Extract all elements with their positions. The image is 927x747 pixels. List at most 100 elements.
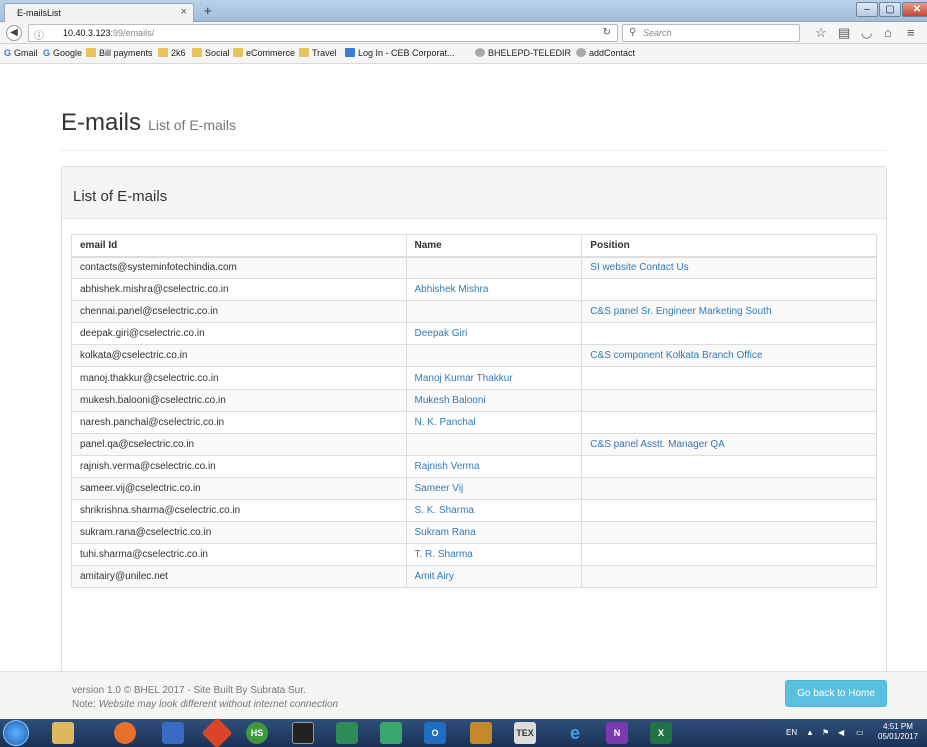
name-cell xyxy=(405,300,583,324)
emails-panel: List of E-mails email Id Name Position c… xyxy=(61,166,887,686)
panel-heading: List of E-mails xyxy=(62,167,886,219)
position-cell[interactable]: C&S component Kolkata Branch Office xyxy=(581,344,877,368)
bookmark-addcontact[interactable]: addContact xyxy=(576,48,635,58)
address-bar[interactable]: ⓘ 10.40.3.123:99/emails/ ↻ xyxy=(28,24,618,42)
bookmark-ceb-login[interactable]: Log In - CEB Corporat... xyxy=(345,48,455,58)
info-icon[interactable]: ⓘ xyxy=(34,27,44,42)
position-cell[interactable]: SI website Contact Us xyxy=(581,255,877,280)
home-icon[interactable]: ⌂ xyxy=(884,25,892,40)
browser-tab[interactable]: E-mailsList × xyxy=(4,3,194,22)
bookmark-star-icon[interactable]: ☆ xyxy=(815,25,827,41)
volume-icon[interactable]: ◀ xyxy=(838,728,844,737)
name-cell[interactable]: Mukesh Balooni xyxy=(405,388,583,412)
new-tab-button[interactable]: + xyxy=(204,3,212,18)
globe-icon xyxy=(576,48,586,57)
network-icon[interactable]: ▭ xyxy=(856,728,864,737)
bookmark-gmail[interactable]: G Gmail xyxy=(4,48,38,58)
navigation-bar: ◀ ⓘ 10.40.3.123:99/emails/ ↻ ⚲ Search xyxy=(0,22,927,44)
table-row: sukram.rana@cselectric.co.in Sukram Rana xyxy=(71,521,877,545)
name-cell xyxy=(405,344,583,368)
start-button[interactable] xyxy=(3,720,29,746)
outlook-icon[interactable]: O xyxy=(424,722,446,744)
android-icon[interactable] xyxy=(380,722,402,744)
bookmark-travel[interactable]: Travel xyxy=(299,48,337,58)
flag-icon[interactable]: ⚑ xyxy=(822,728,829,737)
folder-icon xyxy=(192,48,202,57)
search-placeholder: Search xyxy=(643,28,672,38)
excel-icon[interactable]: X xyxy=(650,722,672,744)
file-explorer-icon[interactable] xyxy=(52,722,74,744)
back-arrow-icon[interactable]: ◀ xyxy=(6,25,22,41)
folder-icon xyxy=(299,48,309,57)
bookmark-teledir[interactable]: BHELEPD-TELEDIR xyxy=(475,48,571,58)
app-icon-3[interactable] xyxy=(470,722,492,744)
position-cell[interactable]: C&S panel Asstt. Manager QA xyxy=(581,432,877,456)
page-title: E-mails xyxy=(61,109,142,136)
version-text: version 1.0 © BHEL 2017 - Site Built By … xyxy=(72,685,306,696)
close-window-button[interactable]: ✕ xyxy=(902,2,927,17)
email-cell: manoj.thakkur@cselectric.co.in xyxy=(71,366,407,390)
terminal-icon[interactable] xyxy=(292,722,314,744)
tex-icon[interactable]: TEX xyxy=(514,722,536,744)
minimize-button[interactable]: – xyxy=(856,2,878,17)
table-row: rajnish.verma@cselectric.co.in Rajnish Ve… xyxy=(71,454,877,478)
bookmark-google[interactable]: G Google xyxy=(43,48,82,58)
column-header-name[interactable]: Name xyxy=(405,234,583,258)
reload-icon[interactable]: ↻ xyxy=(603,27,611,38)
close-tab-icon[interactable]: × xyxy=(181,6,187,18)
tray-arrow-icon[interactable]: ▲ xyxy=(806,728,814,737)
email-cell: contacts@systeminfotechindia.com xyxy=(71,255,407,280)
email-cell: sameer.vij@cselectric.co.in xyxy=(71,476,407,501)
page-subtitle: List of E-mails xyxy=(148,117,236,133)
hs-icon[interactable]: HS xyxy=(246,722,268,744)
name-cell[interactable]: T. R. Sharma xyxy=(405,543,583,567)
search-input[interactable]: ⚲ Search xyxy=(622,24,800,42)
bookmark-ecommerce[interactable]: eCommerce xyxy=(233,48,295,58)
position-cell xyxy=(581,499,877,523)
email-cell: chennai.panel@cselectric.co.in xyxy=(71,300,407,324)
name-cell[interactable]: Abhishek Mishra xyxy=(405,278,583,302)
firefox-icon[interactable] xyxy=(114,722,136,744)
reading-list-icon[interactable]: ▤ xyxy=(838,25,850,41)
app-icon-1[interactable] xyxy=(162,722,184,744)
name-cell[interactable]: Amit Airy xyxy=(405,565,583,589)
language-indicator[interactable]: EN xyxy=(786,728,797,737)
url-text: 10.40.3.123:99/emails/ xyxy=(63,28,155,38)
bookmarks-bar: G Gmail G Google Bill payments 2k6 Social … xyxy=(0,44,927,64)
name-cell[interactable]: N. K. Panchal xyxy=(405,410,583,434)
table-header-row: email Id Name Position xyxy=(71,234,877,258)
email-cell: panel.qa@cselectric.co.in xyxy=(71,432,407,456)
bookmark-2k6[interactable]: 2k6 xyxy=(158,48,186,58)
system-clock[interactable]: 4:51 PM 05/01/2017 xyxy=(878,722,918,742)
pocket-icon[interactable]: ◡ xyxy=(861,25,872,41)
name-cell[interactable]: Rajnish Verma xyxy=(405,454,583,478)
table-row: naresh.panchal@cselectric.co.in N. K. Pan… xyxy=(71,410,877,434)
bookmark-social[interactable]: Social xyxy=(192,48,230,58)
name-cell[interactable]: S. K. Sharma xyxy=(405,499,583,523)
menu-icon[interactable]: ≡ xyxy=(907,25,915,40)
position-cell xyxy=(581,388,877,412)
name-cell[interactable]: Deepak Giri xyxy=(405,322,583,346)
column-header-email[interactable]: email Id xyxy=(71,234,407,258)
name-cell[interactable]: Sameer Vij xyxy=(405,476,583,501)
maximize-button[interactable]: ▢ xyxy=(879,2,901,17)
name-cell[interactable]: Sukram Rana xyxy=(405,521,583,545)
email-cell: sukram.rana@cselectric.co.in xyxy=(71,521,407,545)
onenote-icon[interactable]: N xyxy=(606,722,628,744)
position-cell[interactable]: C&S panel Sr. Engineer Marketing South xyxy=(581,300,877,324)
table-row: chennai.panel@cselectric.co.in C&S panel … xyxy=(71,300,877,324)
tab-title: E-mailsList xyxy=(17,8,62,18)
column-header-position[interactable]: Position xyxy=(581,234,877,258)
email-cell: kolkata@cselectric.co.in xyxy=(71,344,407,368)
bookmark-bill-payments[interactable]: Bill payments xyxy=(86,48,153,58)
position-cell xyxy=(581,476,877,501)
name-cell xyxy=(405,432,583,456)
go-home-button[interactable]: Go back to Home xyxy=(785,680,887,707)
git-icon[interactable] xyxy=(201,717,233,747)
app-icon-2[interactable] xyxy=(336,722,358,744)
globe-icon xyxy=(475,48,485,57)
ie-icon[interactable]: e xyxy=(564,722,586,744)
name-cell[interactable]: Manoj Kumar Thakkur xyxy=(405,366,583,390)
folder-icon xyxy=(233,48,243,57)
table-row: contacts@systeminfotechindia.com SI websi… xyxy=(71,255,877,280)
